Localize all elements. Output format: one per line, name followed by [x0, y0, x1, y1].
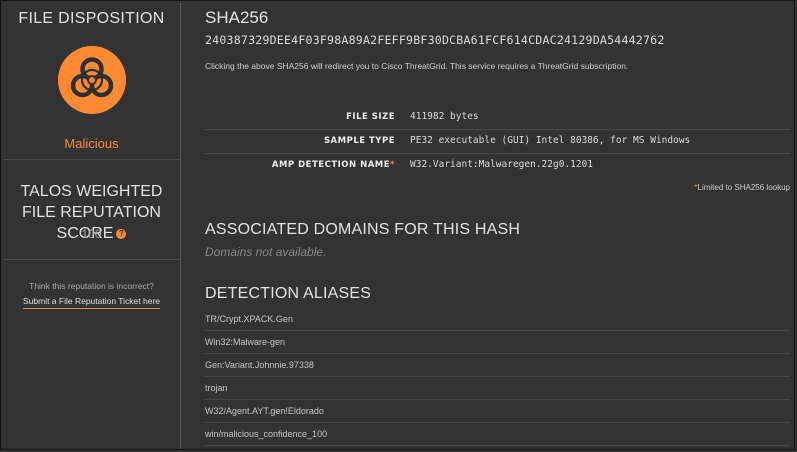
detail-label: AMP DETECTION NAME*	[271, 160, 395, 170]
alias-item: TR/Crypt.XPACK.Gen	[205, 308, 790, 331]
detection-aliases-list: TR/Crypt.XPACK.Gen Win32:Malware-gen Gen…	[205, 308, 790, 446]
divider	[3, 259, 180, 260]
reputation-score: 100	[81, 227, 102, 241]
detail-label: SAMPLE TYPE	[323, 136, 395, 146]
divider	[3, 159, 180, 160]
disposition-panel: FILE DISPOSITION Malicious TALOS WEIGHTE…	[3, 3, 181, 449]
detail-value: W32.Variant:Malwaregen.22g0.1201	[410, 159, 594, 170]
limited-lookup-note: *Limited to SHA256 lookup	[694, 183, 790, 192]
file-details-table: FILE SIZE 411982 bytes SAMPLE TYPE PE32 …	[205, 106, 790, 177]
detail-row-file-size: FILE SIZE 411982 bytes	[205, 106, 790, 130]
sha256-heading: SHA256	[205, 8, 269, 27]
submit-ticket-link[interactable]: Submit a File Reputation Ticket here	[22, 296, 160, 309]
alias-item: trojan	[205, 377, 790, 400]
detail-row-amp-detection: AMP DETECTION NAME* W32.Variant:Malwareg…	[205, 154, 790, 177]
detail-value: PE32 executable (GUI) Intel 80386, for M…	[410, 135, 691, 146]
reputation-incorrect-prompt: Think this reputation is incorrect?	[29, 281, 154, 291]
alias-item: Gen:Variant.Johnnie.97338	[205, 354, 790, 377]
domains-empty-message: Domains not available.	[205, 245, 327, 259]
alias-item: Win32:Malware-gen	[205, 331, 790, 354]
alias-item: win/malicious_confidence_100	[205, 423, 790, 446]
biohazard-icon	[58, 46, 126, 114]
sha256-link[interactable]: 240387329DEE4F03F98A89A2FEFF9BF30DCBA61F…	[205, 33, 665, 47]
alias-item: W32/Agent.AYT.gen!Eldorado	[205, 400, 790, 423]
submit-ticket-link-wrap: Submit a File Reputation Ticket here	[3, 296, 180, 309]
hash-details-panel: SHA256 240387329DEE4F03F98A89A2FEFF9BF30…	[205, 0, 790, 450]
detail-value: 411982 bytes	[410, 111, 479, 122]
asterisk-marker: *	[390, 160, 395, 170]
detail-row-sample-type: SAMPLE TYPE PE32 executable (GUI) Intel …	[205, 130, 790, 154]
detail-label: FILE SIZE	[346, 112, 395, 122]
disposition-title: FILE DISPOSITION	[18, 10, 165, 27]
disposition-verdict: Malicious	[64, 136, 119, 151]
associated-domains-heading: ASSOCIATED DOMAINS FOR THIS HASH	[205, 221, 521, 238]
threatgrid-redirect-note: Clicking the above SHA256 will redirect …	[205, 61, 629, 71]
detection-aliases-heading: DETECTION ALIASES	[205, 285, 372, 302]
